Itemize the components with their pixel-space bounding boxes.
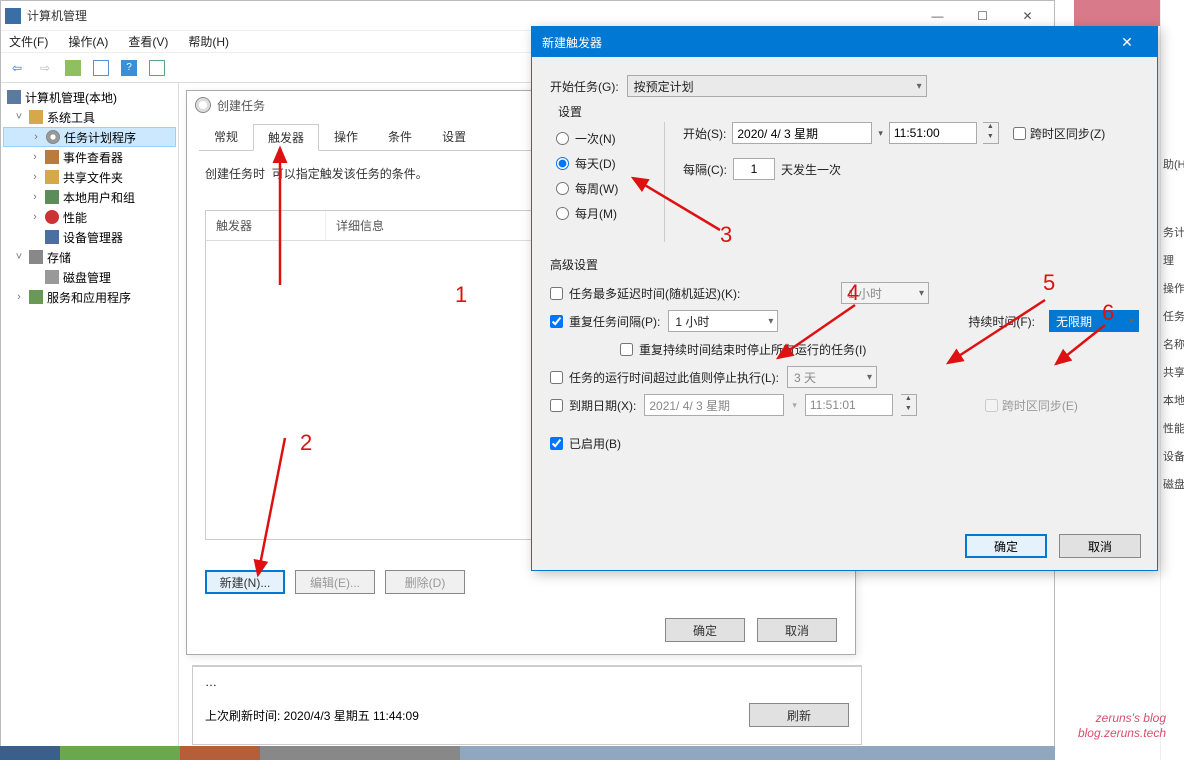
- edit-trigger-button: 编辑(E)...: [295, 570, 375, 594]
- menu-view[interactable]: 查看(V): [124, 31, 172, 52]
- time-spinner[interactable]: ▲▼: [983, 122, 999, 144]
- start-label: 开始(S):: [683, 125, 726, 142]
- bottom-edge: [0, 746, 1055, 760]
- back-button[interactable]: ⇦: [5, 56, 29, 80]
- expire-spinner: ▲▼: [901, 394, 917, 416]
- toolbar-icon-3[interactable]: [145, 56, 169, 80]
- tab-general[interactable]: 常规: [199, 123, 253, 150]
- help-icon[interactable]: ?: [117, 56, 141, 80]
- status-truncated: …: [205, 675, 849, 693]
- col-trigger[interactable]: 触发器: [206, 211, 326, 240]
- menu-file[interactable]: 文件(F): [5, 31, 52, 52]
- forward-button[interactable]: ⇨: [33, 56, 57, 80]
- start-time-input[interactable]: [889, 122, 977, 144]
- tab-settings[interactable]: 设置: [427, 123, 481, 150]
- toolbar-icon-1[interactable]: [61, 56, 85, 80]
- expire-time-input: [805, 394, 893, 416]
- create-task-cancel[interactable]: 取消: [757, 618, 837, 642]
- expire-checkbox[interactable]: 到期日期(X):: [550, 397, 636, 414]
- tree-performance[interactable]: ›性能: [3, 207, 176, 227]
- recur-every-input[interactable]: [733, 158, 775, 180]
- stop-at-end-checkbox[interactable]: 重复持续时间结束时停止所有运行的任务(I): [620, 341, 866, 358]
- menu-action[interactable]: 操作(A): [64, 31, 112, 52]
- trigger-dialog-title: 新建触发器: [542, 34, 1107, 51]
- recur-every-label: 每隔(C):: [683, 161, 727, 178]
- tree-event-viewer[interactable]: ›事件查看器: [3, 147, 176, 167]
- tz-sync-checkbox[interactable]: 跨时区同步(Z): [1013, 125, 1105, 142]
- stop-if-longer-combo: 3 天: [787, 366, 877, 388]
- tree-root[interactable]: 计算机管理(本地): [3, 87, 176, 107]
- tz-sync2-checkbox: 跨时区同步(E): [985, 397, 1078, 414]
- delay-combo: 1 小时: [841, 282, 929, 304]
- repeat-interval-combo[interactable]: 1 小时: [668, 310, 778, 332]
- app-icon: [5, 8, 21, 24]
- watermark: zeruns's blog blog.zeruns.tech: [1078, 711, 1166, 742]
- window-title: 计算机管理: [27, 7, 915, 24]
- trigger-cancel-button[interactable]: 取消: [1059, 534, 1141, 558]
- right-panel-strip: 助(H 务计 理 操作 任务 名称 共享 本地 性能 设备 磁盘: [1160, 0, 1184, 760]
- tab-conditions[interactable]: 条件: [373, 123, 427, 150]
- trigger-ok-button[interactable]: 确定: [965, 534, 1047, 558]
- tree-device-manager[interactable]: 设备管理器: [3, 227, 176, 247]
- start-date-input[interactable]: [732, 122, 872, 144]
- tree-shared-folders[interactable]: ›共享文件夹: [3, 167, 176, 187]
- refresh-button[interactable]: 刷新: [749, 703, 849, 727]
- tree-storage[interactable]: ˅存储: [3, 247, 176, 267]
- recur-every-suffix: 天发生一次: [781, 161, 841, 178]
- tab-actions[interactable]: 操作: [319, 123, 373, 150]
- radio-weekly[interactable]: 每周(W): [556, 180, 654, 197]
- status-area: … 上次刷新时间: 2020/4/3 星期五 11:44:09 刷新: [192, 665, 862, 745]
- tree-disk-management[interactable]: 磁盘管理: [3, 267, 176, 287]
- begin-task-combo[interactable]: 按预定计划: [627, 75, 927, 97]
- tree-system-tools[interactable]: ˅系统工具: [3, 107, 176, 127]
- tree-task-scheduler[interactable]: ›任务计划程序: [3, 127, 176, 147]
- clock-icon: [195, 97, 211, 113]
- settings-section-label: 设置: [558, 103, 1139, 120]
- radio-monthly[interactable]: 每月(M): [556, 205, 654, 222]
- trigger-close-button[interactable]: ✕: [1107, 34, 1147, 51]
- duration-label: 持续时间(F):: [968, 313, 1035, 330]
- enabled-checkbox[interactable]: 已启用(B): [550, 435, 621, 452]
- new-trigger-dialog: 新建触发器 ✕ 开始任务(G): 按预定计划 设置 一次(N) 每天(D) 每周…: [531, 26, 1158, 571]
- advanced-section-label: 高级设置: [550, 256, 1139, 273]
- delete-trigger-button: 删除(D): [385, 570, 465, 594]
- begin-task-label: 开始任务(G):: [550, 78, 619, 95]
- menu-help[interactable]: 帮助(H): [184, 31, 233, 52]
- radio-daily[interactable]: 每天(D): [556, 155, 654, 172]
- last-refresh-label: 上次刷新时间: 2020/4/3 星期五 11:44:09: [205, 707, 419, 724]
- tree-services[interactable]: ›服务和应用程序: [3, 287, 176, 307]
- tree-local-users[interactable]: ›本地用户和组: [3, 187, 176, 207]
- new-trigger-button[interactable]: 新建(N)...: [205, 570, 285, 594]
- toolbar-icon-2[interactable]: [89, 56, 113, 80]
- delay-checkbox[interactable]: 任务最多延迟时间(随机延迟)(K):: [550, 285, 740, 302]
- radio-once[interactable]: 一次(N): [556, 130, 654, 147]
- expire-date-input: [644, 394, 784, 416]
- repeat-checkbox[interactable]: 重复任务间隔(P):: [550, 313, 660, 330]
- duration-combo[interactable]: 无限期: [1049, 310, 1139, 332]
- nav-tree[interactable]: 计算机管理(本地) ˅系统工具 ›任务计划程序 ›事件查看器 ›共享文件夹 ›本…: [1, 83, 179, 759]
- stop-if-longer-checkbox[interactable]: 任务的运行时间超过此值则停止执行(L):: [550, 369, 779, 386]
- tab-triggers[interactable]: 触发器: [253, 124, 319, 151]
- create-task-ok[interactable]: 确定: [665, 618, 745, 642]
